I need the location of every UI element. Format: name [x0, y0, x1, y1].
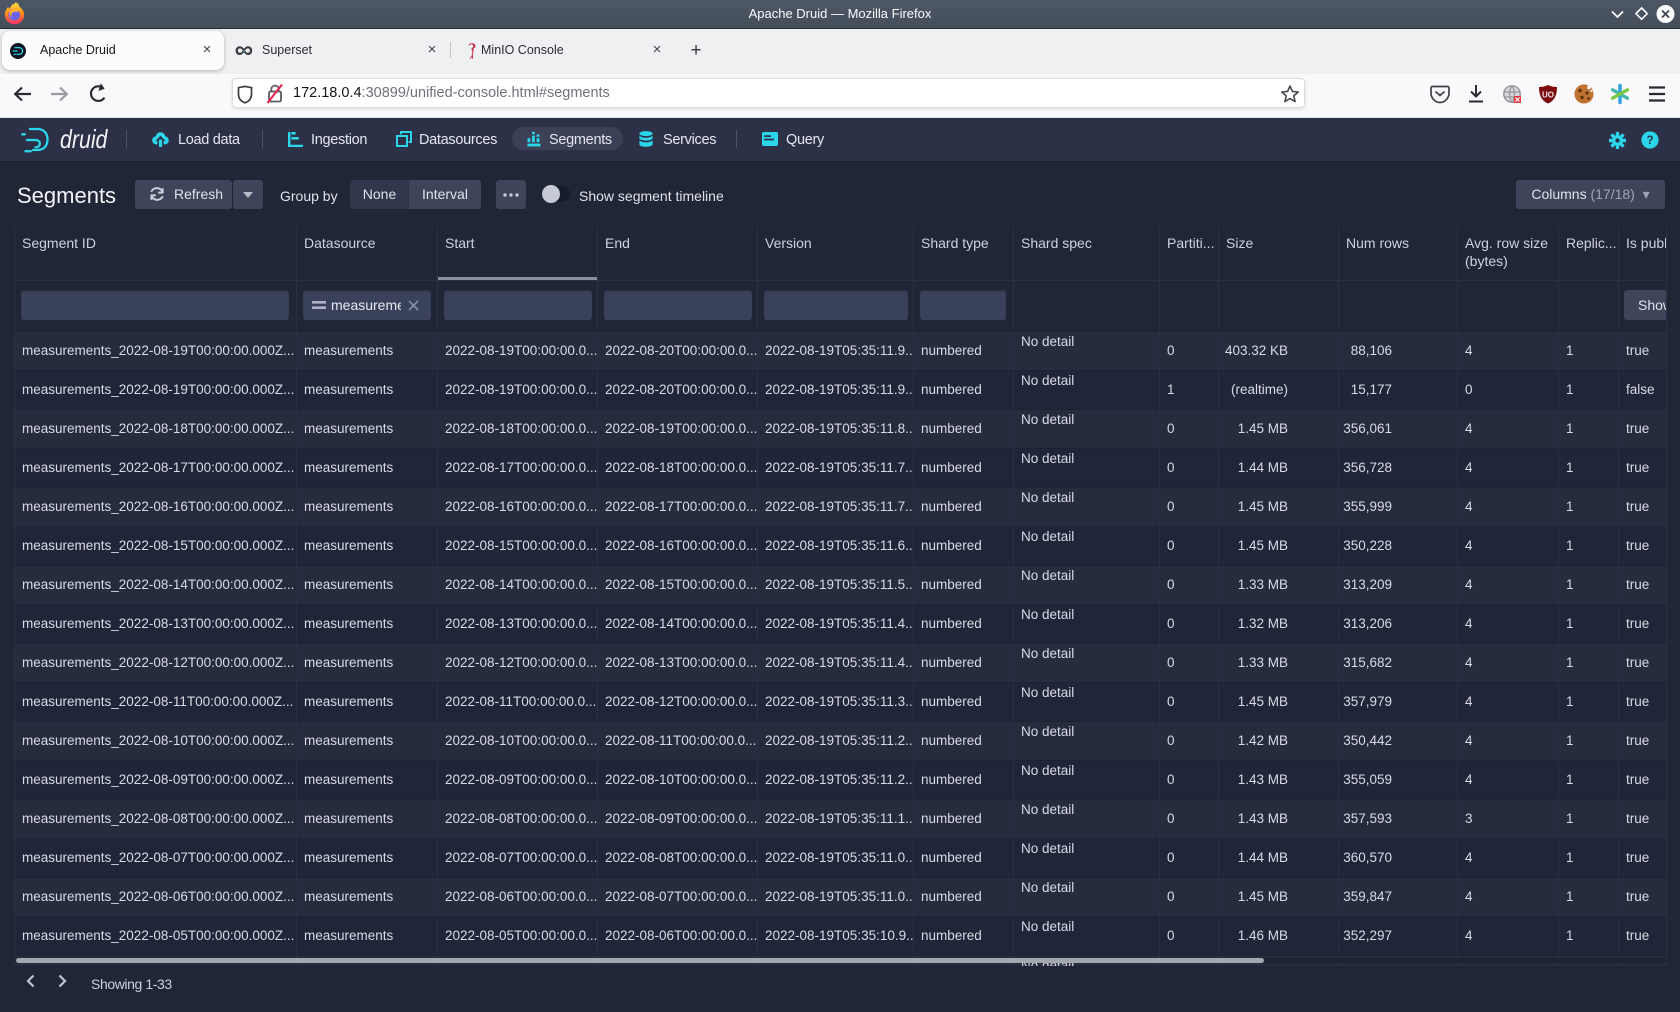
svg-text:?: ? [1646, 135, 1653, 147]
svg-text:UO: UO [1542, 91, 1554, 100]
